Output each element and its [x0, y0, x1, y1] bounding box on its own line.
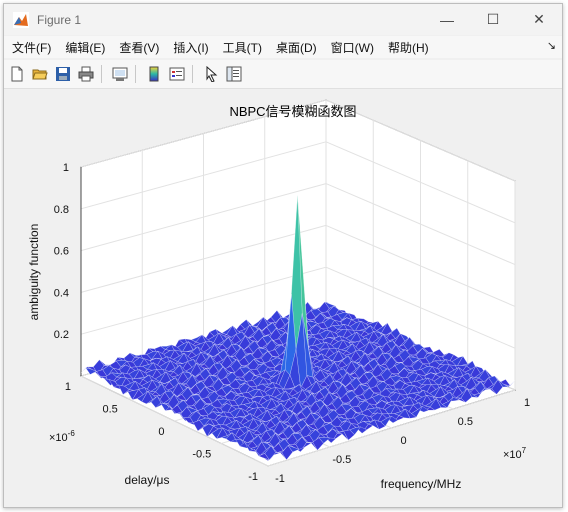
open-file-icon[interactable]: [30, 64, 50, 84]
title-bar: Figure 1 — ☐ ✕: [4, 4, 562, 35]
close-button[interactable]: ✕: [516, 4, 562, 35]
figure-toolbar: [4, 60, 562, 89]
y-tick-label: -0.5: [192, 449, 211, 461]
toolbar-separator: [101, 65, 102, 83]
y-tick-label: 1: [65, 381, 71, 393]
menu-desktop[interactable]: 桌面(D): [269, 39, 324, 56]
x-tick-label: 1: [524, 397, 530, 409]
maximize-button[interactable]: ☐: [470, 4, 516, 35]
x-axis-exponent: ×107: [503, 446, 527, 461]
z-axis-label: ambiguity function: [27, 224, 41, 321]
y-axis-exponent: ×10-6: [49, 429, 75, 444]
y-axis-label: delay/μs: [125, 473, 170, 487]
minimize-button[interactable]: —: [424, 4, 470, 35]
property-inspector-icon[interactable]: [224, 64, 244, 84]
menu-help[interactable]: 帮助(H): [381, 39, 436, 56]
menubar-overflow-arrow-icon[interactable]: ↘: [547, 39, 556, 52]
menu-bar: 文件(F) 编辑(E) 查看(V) 插入(I) 工具(T) 桌面(D) 窗口(W…: [4, 36, 562, 58]
menu-edit[interactable]: 编辑(E): [58, 39, 112, 56]
y-tick-label: 0.5: [103, 404, 118, 416]
print-icon[interactable]: [76, 64, 96, 84]
matlab-icon: [13, 11, 29, 28]
z-tick-label: 0.8: [54, 204, 69, 216]
menu-view[interactable]: 查看(V): [112, 39, 166, 56]
z-tick-label: 1: [63, 162, 69, 174]
z-tick-label: 0.6: [54, 246, 69, 258]
toolbar-separator: [135, 65, 136, 83]
x-axis-label: frequency/MHz: [381, 477, 462, 491]
new-figure-icon[interactable]: [7, 64, 27, 84]
figure-window: Figure 1 — ☐ ✕ 文件(F) 编辑(E) 查看(V) 插入(I) 工…: [3, 3, 563, 508]
menu-insert[interactable]: 插入(I): [166, 39, 215, 56]
x-tick-label: 0: [400, 435, 406, 447]
menu-tools[interactable]: 工具(T): [216, 39, 269, 56]
figure-canvas: 0.2 0.4 0.6 0.8 1 1 0.5 0 -0.5 -1 -1 -0.5 0 0.5 1 NBPC…: [5, 90, 561, 506]
z-tick-label: 0.2: [54, 329, 69, 341]
link-plot-icon[interactable]: [110, 64, 130, 84]
toolbar-separator: [192, 65, 193, 83]
insert-colorbar-icon[interactable]: [144, 64, 164, 84]
x-tick-label: -1: [275, 473, 285, 485]
x-tick-label: -0.5: [332, 454, 351, 466]
window-title: Figure 1: [37, 12, 82, 27]
y-tick-label: 0: [158, 426, 164, 438]
z-tick-label: 0.4: [54, 287, 69, 299]
x-tick-label: 0.5: [458, 416, 473, 428]
menu-window[interactable]: 窗口(W): [324, 39, 381, 56]
pointer-icon[interactable]: [201, 64, 221, 84]
save-icon[interactable]: [53, 64, 73, 84]
y-tick-label: -1: [248, 471, 258, 483]
menu-file[interactable]: 文件(F): [4, 39, 58, 56]
chart-title: NBPC信号模糊函数图: [229, 104, 356, 119]
ambiguity-surface-plot[interactable]: 0.2 0.4 0.6 0.8 1 1 0.5 0 -0.5 -1 -1 -0.5 0 0.5 1 NBPC…: [5, 90, 561, 506]
insert-legend-icon[interactable]: [167, 64, 187, 84]
